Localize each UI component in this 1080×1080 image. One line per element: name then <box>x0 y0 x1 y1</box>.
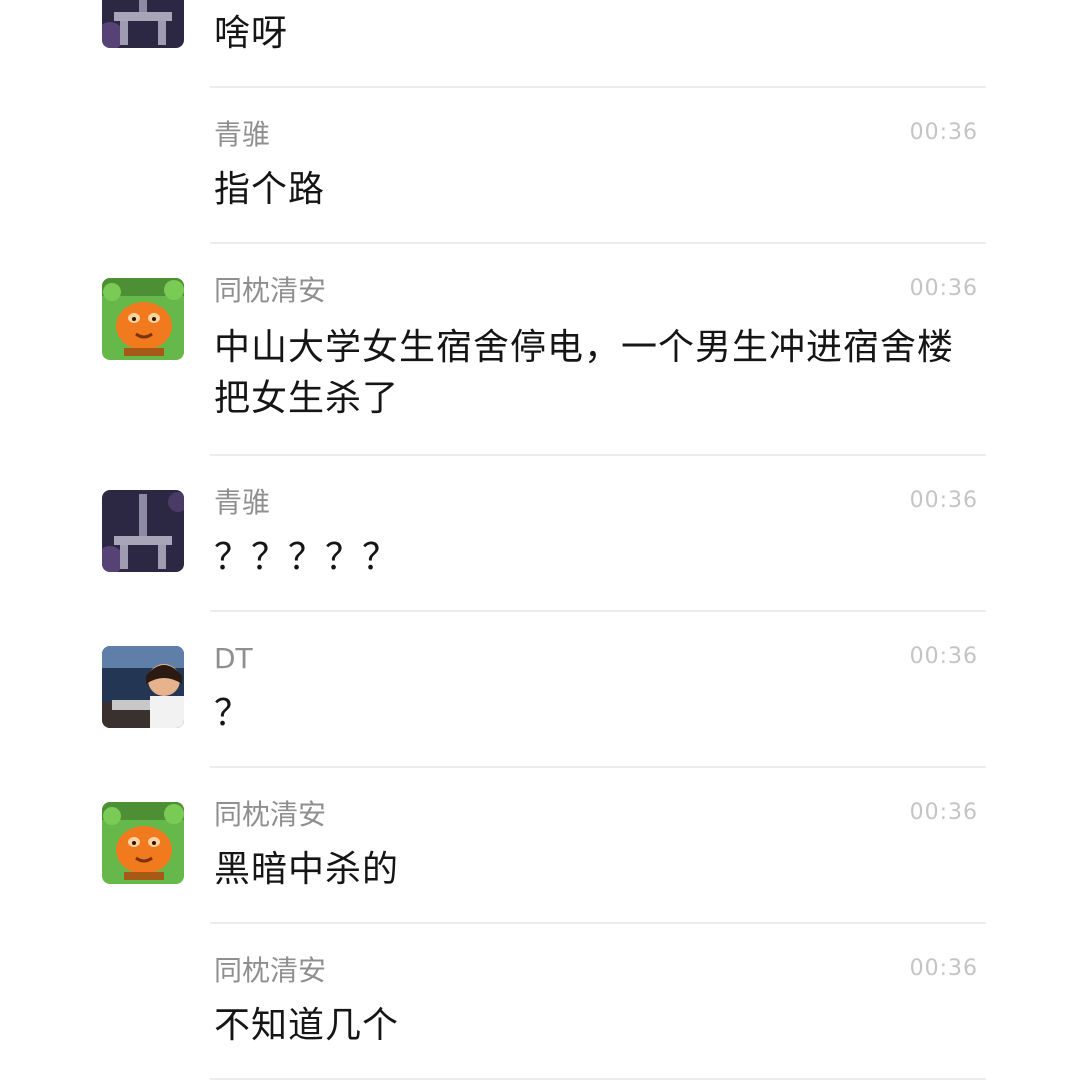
cartoon-avatar-icon <box>102 802 184 884</box>
chat-message: 青骓 00:36 指个路 <box>0 88 1080 244</box>
message-time: 00:36 <box>909 120 978 145</box>
chat-message: 同枕清安 00:36 黑暗中杀的 <box>0 768 1080 924</box>
tower-avatar-icon <box>102 0 184 48</box>
chat-message-list: 啥呀 青骓 00:36 指个路 同枕清安 00:36 中山大学女生宿舍停电，一个… <box>0 0 1080 1080</box>
message-time: 00:36 <box>909 488 978 513</box>
sender-name[interactable]: 青骓 <box>214 486 270 520</box>
sender-name[interactable]: DT <box>214 642 253 676</box>
sender-name[interactable]: 同枕清安 <box>214 798 326 832</box>
chat-message: 青骓 00:36 ？？？？？ <box>0 456 1080 612</box>
avatar[interactable] <box>102 802 184 884</box>
sender-name[interactable]: 青骓 <box>214 118 270 152</box>
chat-message: 同枕清安 00:36 中山大学女生宿舍停电，一个男生冲进宿舍楼把女生杀了 <box>0 244 1080 456</box>
message-text: ？？？？？ <box>214 537 400 578</box>
message-time: 00:36 <box>909 276 978 301</box>
message-text: 黑暗中杀的 <box>214 849 400 890</box>
message-time: 00:36 <box>909 800 978 825</box>
message-text: 不知道几个 <box>214 1005 400 1046</box>
message-time: 00:36 <box>909 644 978 669</box>
tower-avatar-icon <box>102 490 184 572</box>
sender-name[interactable]: 同枕清安 <box>214 954 326 988</box>
girl-photo-avatar-icon <box>102 646 184 728</box>
message-text: ？ <box>214 693 252 734</box>
avatar[interactable] <box>102 0 184 48</box>
chat-message: 同枕清安 00:36 不知道几个 <box>0 924 1080 1080</box>
sender-name[interactable]: 同枕清安 <box>214 274 326 308</box>
message-text: 指个路 <box>214 169 326 210</box>
message-text: 啥呀 <box>214 13 289 54</box>
cartoon-avatar-icon <box>102 278 184 360</box>
avatar[interactable] <box>102 278 184 360</box>
message-text: 中山大学女生宿舍停电，一个男生冲进宿舍楼把女生杀了 <box>214 327 955 419</box>
avatar[interactable] <box>102 646 184 728</box>
avatar[interactable] <box>102 490 184 572</box>
chat-message: DT 00:36 ？ <box>0 612 1080 768</box>
chat-message: 啥呀 <box>0 0 1080 88</box>
message-time: 00:36 <box>909 956 978 981</box>
